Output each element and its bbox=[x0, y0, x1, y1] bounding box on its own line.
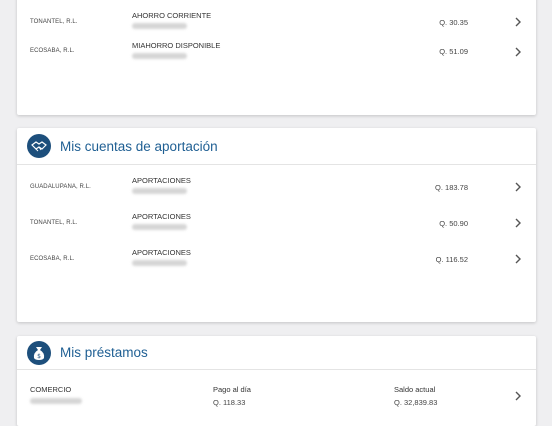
cooperative-name: GUADALUPANA, R.L. bbox=[30, 184, 91, 190]
product-name: APORTACIONES bbox=[132, 212, 191, 221]
chevron-right-icon[interactable] bbox=[512, 390, 524, 402]
account-balance: Q. 183.78 bbox=[435, 183, 468, 192]
chevron-right-icon[interactable] bbox=[512, 181, 524, 193]
product-name: APORTACIONES bbox=[132, 176, 191, 185]
account-row[interactable]: TONANTEL, R.L. APORTACIONES Q. 50.90 bbox=[17, 201, 536, 237]
loans-card: $ Mis préstamos COMERCIO Pago al día Q. … bbox=[17, 336, 536, 426]
masked-account-number bbox=[132, 260, 187, 266]
masked-loan-number bbox=[30, 398, 82, 404]
masked-account-number bbox=[132, 188, 187, 194]
product-name: APORTACIONES bbox=[132, 248, 191, 257]
chevron-right-icon[interactable] bbox=[512, 253, 524, 265]
cooperative-name: TONANTEL, R.L. bbox=[30, 220, 78, 226]
card-title: Mis préstamos bbox=[60, 345, 148, 360]
svg-text:$: $ bbox=[37, 353, 41, 360]
payment-status-label: Pago al día bbox=[213, 385, 251, 394]
cooperative-name: ECOSABA, R.L. bbox=[30, 256, 75, 262]
product-name: AHORRO CORRIENTE bbox=[132, 11, 212, 20]
card-header: $ Mis préstamos bbox=[17, 336, 536, 370]
masked-account-number bbox=[132, 23, 187, 29]
account-balance: Q. 30.35 bbox=[439, 18, 468, 27]
cooperative-name: TONANTEL, R.L. bbox=[30, 19, 78, 25]
account-row[interactable]: ECOSABA, R.L. MIAHORRO DISPONIBLE Q. 51.… bbox=[17, 36, 536, 72]
product-name: MIAHORRO DISPONIBLE bbox=[132, 41, 221, 50]
account-row[interactable]: GUADALUPANA, R.L. APORTACIONES Q. 183.78 bbox=[17, 165, 536, 201]
balance-amount: Q. 32,839.83 bbox=[394, 398, 438, 407]
account-row[interactable]: ECOSABA, R.L. APORTACIONES Q. 116.52 bbox=[17, 237, 536, 273]
handshake-icon bbox=[27, 134, 51, 158]
chevron-right-icon[interactable] bbox=[512, 46, 524, 58]
cooperative-name: ECOSABA, R.L. bbox=[30, 48, 75, 54]
masked-account-number bbox=[132, 53, 187, 59]
payment-amount: Q. 118.33 bbox=[213, 398, 246, 407]
balance-label: Saldo actual bbox=[394, 385, 436, 394]
account-balance: Q. 116.52 bbox=[435, 255, 468, 264]
account-balance: Q. 51.09 bbox=[439, 47, 468, 56]
account-balance: Q. 50.90 bbox=[439, 219, 468, 228]
loan-row[interactable]: COMERCIO Pago al día Q. 118.33 Saldo act… bbox=[17, 370, 536, 410]
card-title: Mis cuentas de aportación bbox=[60, 138, 218, 154]
chevron-right-icon[interactable] bbox=[512, 217, 524, 229]
masked-account-number bbox=[132, 224, 187, 230]
loan-type: COMERCIO bbox=[30, 385, 72, 394]
savings-accounts-card: TONANTEL, R.L. AHORRO CORRIENTE Q. 30.35… bbox=[17, 0, 536, 115]
money-bag-icon: $ bbox=[27, 340, 51, 365]
chevron-right-icon[interactable] bbox=[512, 16, 524, 28]
card-header: Mis cuentas de aportación bbox=[17, 128, 536, 165]
account-row[interactable]: TONANTEL, R.L. AHORRO CORRIENTE Q. 30.35 bbox=[17, 0, 536, 36]
contribution-accounts-card: Mis cuentas de aportación GUADALUPANA, R… bbox=[17, 128, 536, 322]
